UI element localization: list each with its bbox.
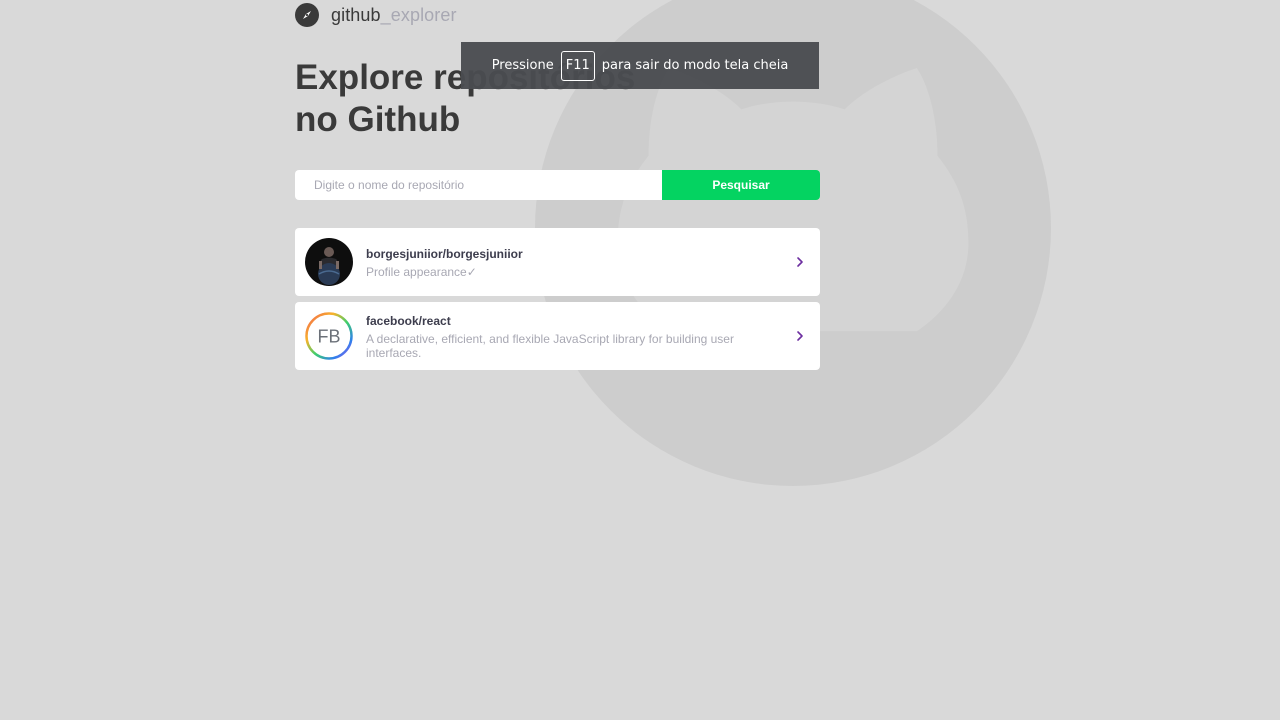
page: github_explorer Explore repositórios no … [0, 0, 1280, 720]
app-name-main: github [331, 4, 381, 25]
repository-name: borgesjuniior/borgesjuniior [366, 246, 523, 261]
repository-name: facebook/react [366, 313, 451, 328]
toast-prefix: Pressione [491, 58, 554, 73]
f11-key-badge: F11 [560, 50, 595, 81]
repository-description: Profile appearance✓ [366, 264, 477, 279]
repository-card[interactable]: FB facebook/react A declarative, efficie… [295, 302, 820, 370]
search-form: Pesquisar [295, 170, 820, 200]
toast-suffix: para sair do modo tela cheia [601, 58, 789, 73]
fb-logo-avatar: FB [305, 312, 353, 360]
app-logo[interactable]: github_explorer [295, 3, 457, 27]
repository-list: borgesjuniior/borgesjuniior Profile appe… [295, 228, 820, 376]
user-photo-avatar [305, 238, 353, 286]
repository-card[interactable]: borgesjuniior/borgesjuniior Profile appe… [295, 228, 820, 296]
page-title-line2: no Github [295, 100, 461, 139]
repository-info: borgesjuniior/borgesjuniior Profile appe… [366, 246, 774, 279]
chevron-right-icon [797, 257, 803, 267]
fullscreen-toast: Pressione F11 para sair do modo tela che… [461, 42, 819, 89]
app-name: github_explorer [331, 5, 457, 26]
compass-icon [295, 3, 319, 27]
svg-text:FB: FB [317, 327, 340, 347]
search-button[interactable]: Pesquisar [662, 170, 820, 200]
app-name-accent: _explorer [380, 4, 457, 25]
repository-description: A declarative, efficient, and flexible J… [366, 331, 734, 360]
chevron-right-icon [797, 331, 803, 341]
search-input[interactable] [295, 170, 662, 200]
repository-info: facebook/react A declarative, efficient,… [366, 313, 774, 360]
